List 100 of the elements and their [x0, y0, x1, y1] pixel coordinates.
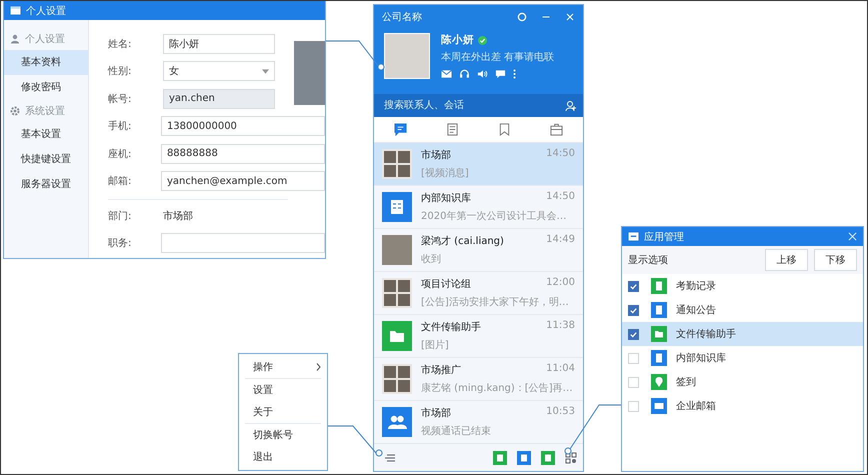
conversation-preview: 2020年第一次公司设计工具会…: [421, 210, 568, 223]
field-label: 姓名:: [108, 38, 132, 51]
input-field[interactable]: [160, 233, 325, 254]
app-row[interactable]: 企业邮箱: [622, 394, 863, 418]
caret-icon: [262, 68, 269, 74]
grid-icon[interactable]: [565, 452, 577, 464]
user-name: 陈小妍: [441, 33, 474, 47]
sidebar-item[interactable]: 基本资料: [4, 50, 88, 75]
field-label: 手机:: [108, 120, 132, 134]
conversation-name: 文件传输助手: [421, 320, 481, 334]
app-row[interactable]: 内部知识库: [622, 346, 863, 370]
menu-item[interactable]: 切换帐号: [239, 424, 327, 446]
conversation-time: 14:49: [546, 234, 575, 247]
conversation-time: 12:00: [546, 277, 575, 290]
people-icon: [382, 407, 412, 437]
account-field: yan.chen: [163, 88, 275, 109]
menu-item[interactable]: 设置: [239, 379, 327, 401]
app-name: 通知公告: [676, 304, 716, 317]
checkbox[interactable]: [628, 328, 639, 340]
conversation-time: 14:50: [546, 148, 575, 161]
checkbox[interactable]: [628, 280, 639, 292]
input-field[interactable]: 13800000000: [160, 116, 325, 136]
document-icon: [382, 192, 412, 222]
sidebar-item[interactable]: 修改密码: [4, 75, 88, 100]
app-icon[interactable]: [517, 450, 531, 464]
add-contact-icon[interactable]: [565, 100, 577, 112]
sidebar-item[interactable]: 服务器设置: [4, 172, 88, 197]
app-row[interactable]: 文件传输助手: [622, 322, 863, 346]
conversation-item[interactable]: 市场推广 11:04 康艺铭 (ming.kang)：[公告]再…: [374, 358, 583, 401]
conversation-item[interactable]: 梁鸿才 (cai.liang) 14:49 收到: [374, 229, 583, 272]
briefcase-icon: [550, 123, 564, 136]
search-field[interactable]: 搜索联系人、会话: [374, 94, 583, 117]
conversation-time: 11:04: [546, 363, 575, 376]
conversation-name: 市场推广: [421, 364, 461, 377]
group-avatar: [382, 364, 412, 394]
menu-item[interactable]: 退出: [239, 446, 327, 468]
status-text: 本周在外出差 有事请电联: [441, 50, 554, 64]
window-icon: [10, 6, 21, 15]
input-field[interactable]: 88888888: [160, 144, 325, 164]
photo-placeholder: [382, 235, 412, 265]
app-name: 内部知识库: [676, 352, 726, 365]
field-label: 帐号:: [108, 92, 132, 106]
menu-item[interactable]: 操作: [239, 356, 327, 378]
gender-select[interactable]: 女: [163, 61, 275, 82]
conversation-time: 11:38: [546, 320, 575, 333]
close-icon[interactable]: [848, 232, 857, 241]
conversation-preview: 视频通话已结束: [421, 424, 492, 438]
app-row[interactable]: 签到: [622, 370, 863, 394]
speaker-icon[interactable]: [477, 69, 488, 79]
conversation-preview: 康艺铭 (ming.kang)：[公告]再…: [421, 382, 574, 395]
sidebar-item[interactable]: 基本设置: [4, 122, 88, 147]
sidebar-item[interactable]: 快捷键设置: [4, 147, 88, 172]
move-button[interactable]: 下移: [814, 249, 857, 271]
headset-icon[interactable]: [459, 69, 470, 79]
app-icon[interactable]: [493, 450, 507, 464]
app-row[interactable]: 考勤记录: [622, 274, 863, 298]
app-name: 签到: [676, 376, 696, 389]
window-title: 个人设置: [26, 4, 66, 18]
conversation-preview: [图片]: [421, 338, 450, 352]
search-input[interactable]: 搜索联系人、会话: [382, 99, 565, 112]
chevron-right-icon: [316, 363, 321, 371]
conversation-item[interactable]: 内部知识库 14:50 2020年第一次公司设计工具会…: [374, 186, 583, 229]
bookmark-icon: [498, 123, 512, 136]
conversation-item[interactable]: 文件传输助手 11:38 [图片]: [374, 315, 583, 358]
comment-icon[interactable]: [495, 69, 506, 79]
sidebar-heading: 个人设置: [25, 32, 65, 46]
input-field[interactable]: 陈小妍: [163, 34, 275, 54]
menu-item[interactable]: 关于: [239, 401, 327, 423]
toolbar-label: 显示选项: [628, 254, 668, 267]
department-value: 市场部: [163, 210, 193, 223]
window-title: 应用管理: [644, 230, 684, 244]
field-label: 部门:: [108, 210, 132, 223]
app-name: 企业邮箱: [676, 400, 716, 413]
menu-icon[interactable]: [384, 452, 396, 464]
conversation-preview: [视频消息]: [421, 166, 470, 180]
field-label: 性别:: [108, 64, 132, 78]
sidebar-heading: 系统设置: [25, 104, 65, 118]
checkbox[interactable]: [628, 304, 639, 316]
conversation-item[interactable]: 项目讨论组 12:00 [公告]活动安排大家下午好，明…: [374, 272, 583, 315]
settings-icon: [10, 106, 20, 116]
chat-icon: [394, 123, 407, 136]
conversation-preview: 收到: [421, 253, 442, 266]
conversation-time: 14:50: [546, 191, 575, 204]
conversation-item[interactable]: 市场部 14:50 [视频消息]: [374, 143, 583, 186]
app-icon[interactable]: [541, 450, 555, 464]
conversation-name: 梁鸿才 (cai.liang): [421, 234, 504, 248]
group-avatar: [382, 149, 412, 179]
conversation-time: 10:53: [546, 406, 575, 419]
more-icon[interactable]: [513, 69, 516, 79]
conversation-name: 市场部: [421, 148, 451, 162]
window-icon: [628, 232, 639, 241]
app-row[interactable]: 通知公告: [622, 298, 863, 322]
input-field[interactable]: yanchen@example.com: [160, 171, 325, 192]
contacts-icon: [446, 123, 459, 136]
mail-icon[interactable]: [441, 69, 452, 79]
move-button[interactable]: 上移: [765, 249, 808, 271]
app-name: 考勤记录: [676, 280, 716, 293]
photo-placeholder: [384, 33, 430, 79]
window-title: 公司名称: [382, 11, 422, 24]
conversation-name: 项目讨论组: [421, 278, 471, 291]
